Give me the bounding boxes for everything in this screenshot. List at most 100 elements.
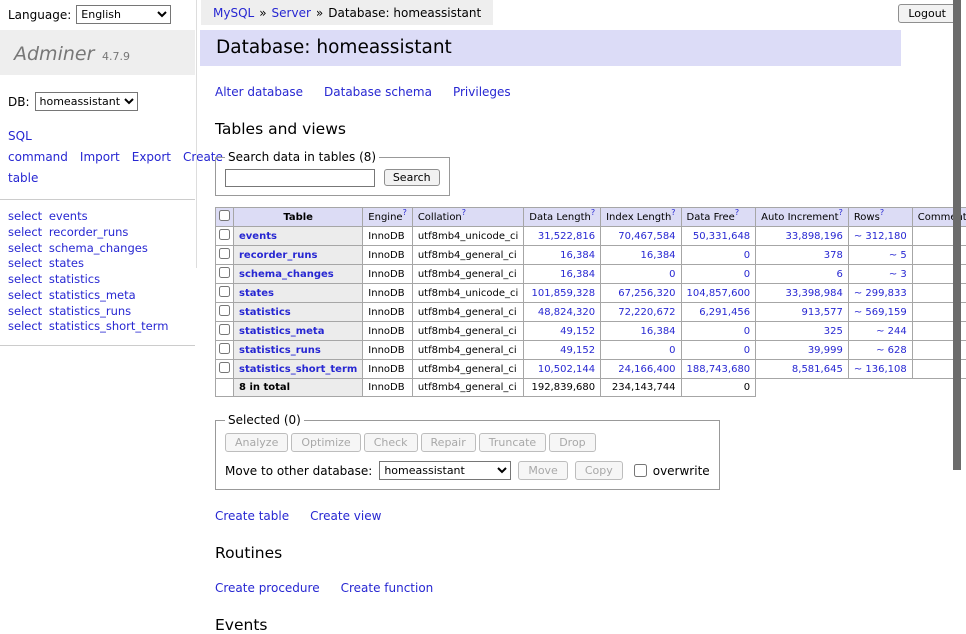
- index-length-link[interactable]: 72,220,672: [618, 307, 675, 318]
- rows-link[interactable]: ~ 569,159: [854, 307, 907, 318]
- rows-link[interactable]: ~ 5: [889, 250, 907, 261]
- index-length-link[interactable]: 24,166,400: [618, 364, 675, 375]
- table-name-link[interactable]: statistics_runs: [239, 345, 321, 356]
- auto-increment-help-link[interactable]: ?: [839, 208, 843, 217]
- row-checkbox-statistics-runs[interactable]: [219, 343, 230, 354]
- table-name-link[interactable]: schema_changes: [239, 269, 334, 280]
- move-button[interactable]: Move: [518, 461, 568, 480]
- link-import[interactable]: Import: [80, 150, 120, 164]
- link-alter-database[interactable]: Alter database: [215, 85, 303, 99]
- select-link-statistics-short-term[interactable]: select: [8, 319, 42, 333]
- data-free-help-link[interactable]: ?: [735, 208, 739, 217]
- index-length-link[interactable]: 16,384: [641, 250, 676, 261]
- table-link-recorder-runs[interactable]: recorder_runs: [49, 225, 129, 239]
- row-checkbox-events[interactable]: [219, 229, 230, 240]
- index-length-link[interactable]: 0: [669, 345, 675, 356]
- index-length-link[interactable]: 70,467,584: [618, 231, 675, 242]
- data-length-help-link[interactable]: ?: [591, 208, 595, 217]
- data-free-link[interactable]: 50,331,648: [693, 231, 750, 242]
- table-link-statistics[interactable]: statistics: [49, 272, 100, 286]
- data-free-link[interactable]: 0: [744, 326, 750, 337]
- repair-button[interactable]: Repair: [421, 433, 476, 452]
- select-all-checkbox[interactable]: [219, 210, 230, 221]
- table-name-link[interactable]: statistics_meta: [239, 326, 324, 337]
- auto-increment-link[interactable]: 8,581,645: [792, 364, 843, 375]
- data-length-link[interactable]: 101,859,328: [531, 288, 595, 299]
- link-create-function[interactable]: Create function: [341, 581, 434, 595]
- row-checkbox-statistics[interactable]: [219, 305, 230, 316]
- link-export[interactable]: Export: [132, 150, 171, 164]
- rows-link[interactable]: ~ 136,108: [854, 364, 907, 375]
- data-length-link[interactable]: 49,152: [560, 345, 595, 356]
- engine-help-link[interactable]: ?: [403, 208, 407, 217]
- data-length-link[interactable]: 49,152: [560, 326, 595, 337]
- language-select[interactable]: English: [76, 5, 171, 24]
- data-length-link[interactable]: 16,384: [560, 250, 595, 261]
- auto-increment-link[interactable]: 325: [824, 326, 843, 337]
- row-checkbox-states[interactable]: [219, 286, 230, 297]
- table-link-schema-changes[interactable]: schema_changes: [49, 241, 148, 255]
- auto-increment-link[interactable]: 913,577: [801, 307, 842, 318]
- data-free-link[interactable]: 0: [744, 250, 750, 261]
- table-name-link[interactable]: states: [239, 288, 274, 299]
- data-length-link[interactable]: 10,502,144: [538, 364, 595, 375]
- auto-increment-link[interactable]: 33,898,196: [786, 231, 843, 242]
- index-length-help-link[interactable]: ?: [671, 208, 675, 217]
- check-button[interactable]: Check: [364, 433, 418, 452]
- rows-link[interactable]: ~ 244: [876, 326, 907, 337]
- search-button[interactable]: Search: [384, 169, 440, 186]
- table-link-events[interactable]: events: [49, 209, 88, 223]
- select-link-states[interactable]: select: [8, 256, 42, 270]
- row-checkbox-schema-changes[interactable]: [219, 267, 230, 278]
- table-name-link[interactable]: statistics: [239, 307, 291, 318]
- table-name-link[interactable]: events: [239, 231, 277, 242]
- logout-button[interactable]: Logout: [898, 4, 956, 23]
- data-length-link[interactable]: 31,522,816: [538, 231, 595, 242]
- optimize-button[interactable]: Optimize: [291, 433, 360, 452]
- db-select[interactable]: homeassistant: [35, 92, 138, 111]
- rows-link[interactable]: ~ 312,180: [854, 231, 907, 242]
- data-free-link[interactable]: 104,857,600: [687, 288, 751, 299]
- drop-button[interactable]: Drop: [549, 433, 595, 452]
- select-link-statistics[interactable]: select: [8, 272, 42, 286]
- table-link-statistics-meta[interactable]: statistics_meta: [49, 288, 136, 302]
- auto-increment-link[interactable]: 6: [836, 269, 842, 280]
- data-free-link[interactable]: 6,291,456: [699, 307, 750, 318]
- data-free-link[interactable]: 0: [744, 269, 750, 280]
- select-link-schema-changes[interactable]: select: [8, 241, 42, 255]
- table-name-link[interactable]: statistics_short_term: [239, 364, 357, 375]
- select-link-events[interactable]: select: [8, 209, 42, 223]
- link-privileges[interactable]: Privileges: [453, 85, 511, 99]
- breadcrumb-link-mysql[interactable]: MySQL: [213, 6, 254, 20]
- rows-link[interactable]: ~ 628: [876, 345, 907, 356]
- rows-help-link[interactable]: ?: [880, 208, 884, 217]
- link-database-schema[interactable]: Database schema: [324, 85, 432, 99]
- search-input[interactable]: [225, 169, 375, 187]
- select-link-recorder-runs[interactable]: select: [8, 225, 42, 239]
- index-length-link[interactable]: 0: [669, 269, 675, 280]
- collation-help-link[interactable]: ?: [462, 208, 466, 217]
- row-checkbox-statistics-meta[interactable]: [219, 324, 230, 335]
- data-free-link[interactable]: 188,743,680: [687, 364, 751, 375]
- truncate-button[interactable]: Truncate: [479, 433, 546, 452]
- analyze-button[interactable]: Analyze: [225, 433, 288, 452]
- data-length-link[interactable]: 16,384: [560, 269, 595, 280]
- rows-link[interactable]: ~ 3: [889, 269, 907, 280]
- table-name-link[interactable]: recorder_runs: [239, 250, 317, 261]
- link-create-procedure[interactable]: Create procedure: [215, 581, 320, 595]
- move-db-select[interactable]: homeassistant: [379, 461, 511, 480]
- index-length-link[interactable]: 16,384: [641, 326, 676, 337]
- link-create-table[interactable]: Create table: [215, 509, 289, 523]
- row-checkbox-recorder-runs[interactable]: [219, 248, 230, 259]
- copy-button[interactable]: Copy: [575, 461, 623, 480]
- data-free-link[interactable]: 0: [744, 345, 750, 356]
- link-sql-command[interactable]: SQL command: [8, 129, 68, 164]
- table-link-states[interactable]: states: [49, 256, 84, 270]
- auto-increment-link[interactable]: 378: [824, 250, 843, 261]
- rows-link[interactable]: ~ 299,833: [854, 288, 907, 299]
- breadcrumb-link-server[interactable]: Server: [272, 6, 311, 20]
- index-length-link[interactable]: 67,256,320: [618, 288, 675, 299]
- table-link-statistics-runs[interactable]: statistics_runs: [49, 304, 131, 318]
- overwrite-checkbox[interactable]: [634, 464, 647, 477]
- scrollbar-thumb[interactable]: [953, 0, 961, 470]
